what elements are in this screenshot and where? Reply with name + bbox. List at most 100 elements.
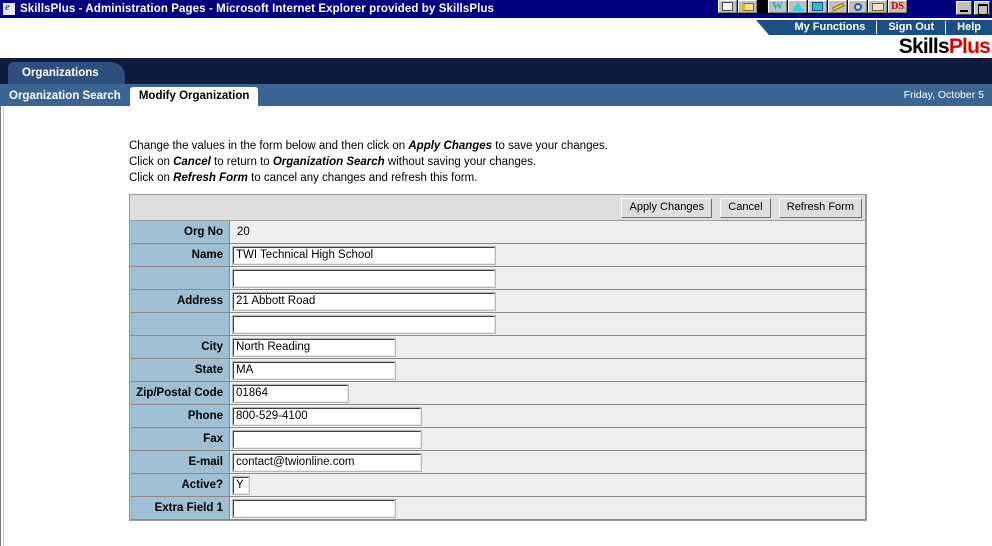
instruction-1-text-c: to save your changes.	[492, 140, 608, 152]
nav-help[interactable]: Help	[946, 20, 992, 35]
form-field-cell	[230, 428, 865, 451]
subtab-organization-search[interactable]: Organization Search	[0, 86, 130, 106]
form-row: State MA	[130, 359, 865, 382]
skillsplus-logo: SkillsPlus	[898, 35, 991, 58]
form-input[interactable]: MA	[232, 360, 396, 380]
top-navigation[interactable]: My Functions Sign Out Help	[756, 20, 992, 35]
form-field-cell: 21 Abbott Road	[230, 290, 865, 313]
modify-organization-form: Apply Changes Cancel Refresh Form Org No…	[129, 194, 867, 521]
design-icon[interactable]: DS	[888, 0, 907, 13]
form-input[interactable]	[232, 268, 496, 288]
logo-plus-text: Plus	[948, 35, 991, 58]
form-row: Extra Field 1	[130, 497, 865, 520]
magnifier-icon[interactable]	[848, 0, 867, 13]
cancel-button[interactable]: Cancel	[720, 197, 771, 218]
main-content: Change the values in the form below and …	[0, 106, 992, 546]
instruction-3-refresh-form: Refresh Form	[173, 172, 248, 184]
form-label: E-mail	[130, 451, 230, 474]
screen-icon[interactable]	[808, 0, 827, 13]
form-field-cell: MA	[230, 359, 865, 382]
form-row: City North Reading	[130, 336, 865, 359]
form-row: Name TWI Technical High School	[130, 244, 865, 267]
compass-icon[interactable]	[788, 0, 807, 13]
window-title: SkillsPlus - Administration Pages - Micr…	[20, 3, 495, 15]
new-document-icon[interactable]	[718, 0, 737, 13]
instruction-3-text-c: to cancel any changes and refresh this f…	[247, 172, 478, 184]
form-row: Org No 20	[130, 221, 865, 244]
form-field-cell: North Reading	[230, 336, 865, 359]
form-field-cell: TWI Technical High School	[230, 244, 865, 267]
browser-toolbar[interactable]: W DS	[718, 0, 908, 14]
open-folder-icon[interactable]	[738, 0, 757, 13]
refresh-form-button[interactable]: Refresh Form	[778, 197, 862, 218]
tab-organizations[interactable]: Organizations	[8, 62, 125, 84]
form-label: City	[130, 336, 230, 359]
form-input[interactable]	[232, 314, 496, 334]
form-label: State	[130, 359, 230, 382]
instruction-2-text-c: to return to	[210, 156, 273, 168]
instruction-1-apply-changes: Apply Changes	[408, 140, 493, 152]
form-input[interactable]	[232, 429, 422, 449]
envelope-icon[interactable]	[868, 0, 887, 13]
form-button-row: Apply Changes Cancel Refresh Form	[130, 195, 865, 221]
form-field-cell: contact@twionline.com	[230, 451, 865, 474]
logo-skills-text: Skills	[898, 35, 950, 58]
nav-sign-out[interactable]: Sign Out	[877, 20, 945, 35]
form-field-cell: 01864	[230, 382, 865, 405]
form-row: Active? Y	[130, 474, 865, 497]
instructions-block: Change the values in the form below and …	[129, 138, 608, 186]
form-input[interactable]: 01864	[232, 383, 349, 403]
form-row: Address 21 Abbott Road	[130, 290, 865, 313]
form-row: E-mail contact@twionline.com	[130, 451, 865, 474]
instruction-2-org-search: Organization Search	[272, 156, 385, 168]
current-date: Friday, October 5	[903, 89, 984, 101]
form-input[interactable]	[232, 498, 396, 518]
instruction-3-text-a: Click on	[129, 172, 174, 184]
form-label	[130, 267, 230, 290]
maximize-button[interactable]	[974, 1, 990, 15]
form-input[interactable]: 800-529-4100	[232, 406, 422, 426]
form-field-cell	[230, 313, 865, 336]
key-icon[interactable]	[828, 0, 847, 13]
page-header: My Functions Sign Out Help SkillsPlus	[0, 18, 992, 58]
instruction-line-2: Click on Cancel to return to Organizatio…	[129, 154, 608, 170]
instruction-2-text-a: Click on	[129, 156, 174, 168]
form-row	[130, 267, 865, 290]
form-input[interactable]: North Reading	[232, 337, 396, 357]
internet-explorer-icon	[2, 1, 16, 16]
word-icon[interactable]: W	[768, 0, 787, 13]
form-field-cell	[230, 497, 865, 520]
window-controls[interactable]	[956, 1, 990, 15]
instruction-line-3: Click on Refresh Form to cancel any chan…	[129, 170, 608, 186]
form-row	[130, 313, 865, 336]
apply-changes-button[interactable]: Apply Changes	[621, 197, 713, 218]
form-row: Zip/Postal Code 01864	[130, 382, 865, 405]
form-label: Zip/Postal Code	[130, 382, 230, 405]
minimize-button[interactable]	[956, 1, 972, 15]
form-field-cell: 800-529-4100	[230, 405, 865, 428]
sub-navigation-bar: Organization Search Modify Organization …	[0, 84, 992, 106]
form-label	[130, 313, 230, 336]
form-label: Phone	[130, 405, 230, 428]
form-input[interactable]: 21 Abbott Road	[232, 291, 496, 311]
window-title-bar: SkillsPlus - Administration Pages - Micr…	[0, 0, 992, 18]
instruction-2-text-e: without saving your changes.	[384, 156, 537, 168]
form-label: Fax	[130, 428, 230, 451]
form-value-text: 20	[230, 221, 865, 244]
form-input[interactable]: TWI Technical High School	[232, 245, 496, 265]
form-field-cell: Y	[230, 474, 865, 497]
form-label: Name	[130, 244, 230, 267]
form-row: Phone 800-529-4100	[130, 405, 865, 428]
nav-my-functions[interactable]: My Functions	[783, 20, 876, 35]
form-input[interactable]: contact@twionline.com	[232, 452, 422, 472]
toolbar-separator	[758, 0, 767, 13]
instruction-line-1: Change the values in the form below and …	[129, 138, 608, 154]
form-input[interactable]: Y	[232, 475, 250, 495]
main-tab-bar: Organizations	[0, 58, 992, 84]
instruction-2-cancel: Cancel	[173, 156, 211, 168]
form-actions: Apply Changes Cancel Refresh Form	[130, 195, 865, 221]
form-label: Org No	[130, 221, 230, 244]
form-field-cell	[230, 267, 865, 290]
browser-viewport: My Functions Sign Out Help SkillsPlus Or…	[0, 18, 992, 546]
subtab-modify-organization[interactable]: Modify Organization	[129, 87, 259, 106]
